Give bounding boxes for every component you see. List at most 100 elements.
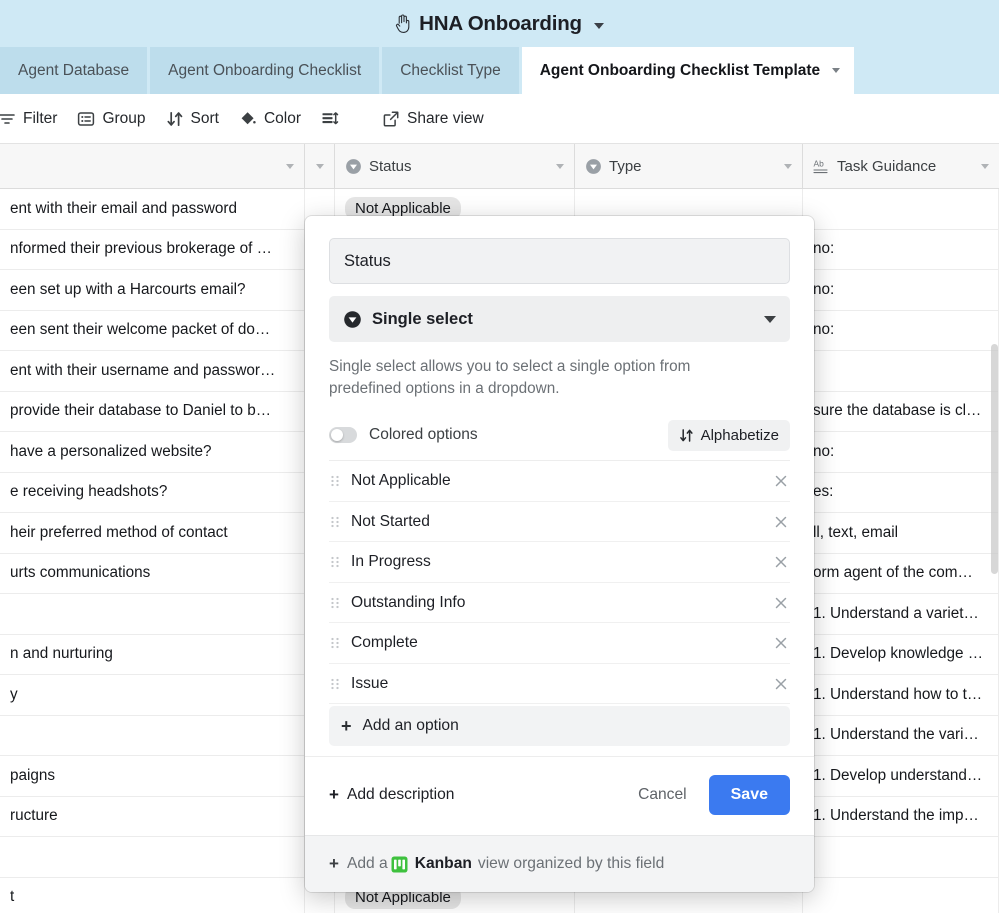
cell-task-guidance[interactable]: 1. Develop knowledge … xyxy=(803,634,999,674)
remove-option-icon[interactable] xyxy=(772,553,790,571)
cell-task-guidance[interactable]: 1. Develop understand… xyxy=(803,756,999,796)
colored-options-toggle[interactable] xyxy=(329,427,357,444)
cell-text: n and nurturing xyxy=(10,645,113,663)
column-header-label: Status xyxy=(369,157,412,175)
cell-task-name[interactable]: n and nurturing xyxy=(0,634,305,674)
tab-checklist-type[interactable]: Checklist Type xyxy=(382,47,519,94)
cell-task-name[interactable]: have a personalized website? xyxy=(0,432,305,472)
vertical-scrollbar[interactable] xyxy=(991,344,998,574)
cell-task-guidance[interactable]: orm agent of the com… xyxy=(803,553,999,593)
color-button[interactable]: Color xyxy=(229,104,311,134)
group-icon xyxy=(77,110,95,128)
cell-task-guidance[interactable] xyxy=(803,837,999,877)
alphabetize-button[interactable]: Alphabetize xyxy=(667,419,790,451)
cell-task-guidance[interactable]: no: xyxy=(803,310,999,350)
cell-task-name[interactable]: y xyxy=(0,675,305,715)
cell-task-guidance[interactable]: 1. Understand how to t… xyxy=(803,675,999,715)
long-text-icon: Ab xyxy=(813,158,837,175)
select-option-row[interactable]: In Progress xyxy=(329,542,790,583)
remove-option-icon[interactable] xyxy=(772,472,790,490)
cell-task-name[interactable]: e receiving headshots? xyxy=(0,472,305,512)
add-option-label: Add an option xyxy=(362,717,459,735)
chevron-down-icon[interactable] xyxy=(764,315,776,323)
chevron-down-icon[interactable] xyxy=(286,163,294,169)
cell-task-name[interactable]: urts communications xyxy=(0,553,305,593)
cell-task-guidance[interactable]: no: xyxy=(803,270,999,310)
remove-option-icon[interactable] xyxy=(772,594,790,612)
cell-text: ructure xyxy=(10,807,58,825)
save-button[interactable]: Save xyxy=(708,775,790,816)
add-kanban-view-button[interactable]: + Add a Kanban view organized by this fi… xyxy=(305,835,814,893)
cell-task-guidance[interactable]: es: xyxy=(803,472,999,512)
cell-task-name[interactable]: een set up with a Harcourts email? xyxy=(0,270,305,310)
cell-task-guidance[interactable] xyxy=(803,877,999,913)
cell-task-name[interactable]: t xyxy=(0,877,305,913)
sort-button[interactable]: Sort xyxy=(156,104,229,134)
row-height-button[interactable] xyxy=(311,104,356,134)
chevron-down-icon[interactable] xyxy=(784,163,792,169)
drag-handle-icon[interactable] xyxy=(329,594,351,612)
cell-task-name[interactable]: heir preferred method of contact xyxy=(0,513,305,553)
remove-option-icon[interactable] xyxy=(772,513,790,531)
drag-handle-icon[interactable] xyxy=(329,675,351,693)
add-description-button[interactable]: + Add description xyxy=(329,785,624,805)
remove-option-icon[interactable] xyxy=(772,634,790,652)
tab-agent-database[interactable]: Agent Database xyxy=(0,47,148,94)
cell-task-name[interactable]: ructure xyxy=(0,796,305,836)
chevron-down-icon[interactable] xyxy=(315,163,324,169)
cell-task-guidance[interactable]: no: xyxy=(803,432,999,472)
column-header-checkbox[interactable] xyxy=(305,144,335,188)
cell-task-name[interactable]: nformed their previous brokerage of … xyxy=(0,229,305,269)
cell-task-name[interactable]: ent with their email and password xyxy=(0,189,305,229)
field-type-select[interactable]: Single select xyxy=(329,296,790,342)
cell-task-guidance[interactable]: ll, text, email xyxy=(803,513,999,553)
chevron-down-icon[interactable] xyxy=(593,22,604,29)
column-header-task-guidance[interactable]: Ab Task Guidance xyxy=(803,144,999,188)
select-option-row[interactable]: Issue xyxy=(329,664,790,705)
cell-task-name[interactable] xyxy=(0,837,305,877)
share-view-button[interactable]: Share view xyxy=(372,104,494,134)
cell-task-name[interactable] xyxy=(0,594,305,634)
group-button[interactable]: Group xyxy=(67,104,155,134)
kanban-prefix: Add a xyxy=(346,855,388,873)
chevron-down-icon[interactable] xyxy=(832,68,841,73)
field-name-input[interactable] xyxy=(329,238,790,284)
cancel-button[interactable]: Cancel xyxy=(624,777,701,813)
column-header-primary[interactable] xyxy=(0,144,305,188)
cell-task-guidance[interactable]: 1. Understand a variet… xyxy=(803,594,999,634)
filter-button[interactable]: Filter xyxy=(0,104,67,134)
cell-text: 1. Understand how to t… xyxy=(813,685,983,703)
drag-handle-icon[interactable] xyxy=(329,553,351,571)
kanban-suffix: view organized by this field xyxy=(477,855,665,873)
cell-task-name[interactable]: ent with their username and passwor… xyxy=(0,351,305,391)
tab-agent-onboarding-checklist-template[interactable]: Agent Onboarding Checklist Template xyxy=(521,47,855,94)
drag-handle-icon[interactable] xyxy=(329,634,351,652)
cell-task-name[interactable]: paigns xyxy=(0,756,305,796)
select-option-row[interactable]: Not Applicable xyxy=(329,461,790,502)
remove-option-icon[interactable] xyxy=(772,675,790,693)
cell-task-guidance[interactable]: 1. Understand the vari… xyxy=(803,715,999,755)
cell-task-guidance[interactable] xyxy=(803,189,999,229)
base-title-group[interactable]: HNA Onboarding xyxy=(395,12,604,36)
cell-task-name[interactable]: provide their database to Daniel to b… xyxy=(0,391,305,431)
select-option-row[interactable]: Complete xyxy=(329,623,790,664)
cell-task-name[interactable] xyxy=(0,715,305,755)
cell-task-guidance[interactable] xyxy=(803,351,999,391)
add-option-button[interactable]: + Add an option xyxy=(329,706,790,747)
chevron-down-icon[interactable] xyxy=(981,163,989,169)
cell-task-guidance[interactable]: no: xyxy=(803,229,999,269)
drag-handle-icon[interactable] xyxy=(329,513,351,531)
cell-task-guidance[interactable]: 1. Understand the imp… xyxy=(803,796,999,836)
column-header-type[interactable]: Type xyxy=(575,144,803,188)
cell-task-guidance[interactable]: sure the database is cl… xyxy=(803,391,999,431)
cell-text: ent with their email and password xyxy=(10,199,238,217)
share-icon xyxy=(382,110,400,128)
chevron-down-icon[interactable] xyxy=(556,163,564,169)
cell-task-name[interactable]: een sent their welcome packet of do… xyxy=(0,310,305,350)
drag-handle-icon[interactable] xyxy=(329,472,351,490)
select-option-row[interactable]: Not Started xyxy=(329,502,790,543)
column-header-status[interactable]: Status xyxy=(335,144,575,188)
tab-agent-onboarding-checklist[interactable]: Agent Onboarding Checklist xyxy=(150,47,380,94)
select-option-row[interactable]: Outstanding Info xyxy=(329,583,790,624)
cell-text: 1. Understand the imp… xyxy=(813,807,979,825)
